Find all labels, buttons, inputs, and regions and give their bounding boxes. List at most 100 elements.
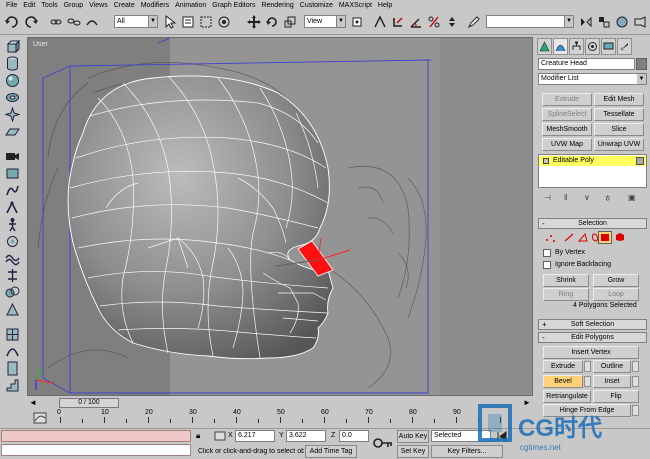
select-and-rotate-icon[interactable]: [264, 13, 280, 31]
create-box-icon[interactable]: [3, 38, 21, 54]
menu-create[interactable]: Create: [111, 0, 138, 11]
menu-graph-editors[interactable]: Graph Editors: [209, 0, 258, 11]
motion-tab-icon[interactable]: [585, 38, 600, 55]
create-compound-icon[interactable]: [3, 284, 21, 300]
make-unique-icon[interactable]: ∨: [584, 193, 590, 202]
rectangular-selection-icon[interactable]: [198, 13, 214, 31]
modifier-extrude-button[interactable]: Extrude: [542, 93, 592, 106]
track-bar[interactable]: 0 10 20 30 40 50 60 70 80 90: [0, 409, 535, 428]
create-system-icon[interactable]: [3, 267, 21, 283]
snaps-toggle-icon[interactable]: [390, 13, 406, 31]
create-torus-icon[interactable]: [3, 89, 21, 105]
modifier-slice-button[interactable]: Slice: [594, 123, 644, 136]
element-level-icon[interactable]: [615, 232, 625, 242]
bind-space-warp-icon[interactable]: [84, 13, 100, 31]
menu-file[interactable]: File: [3, 0, 20, 11]
bevel-button[interactable]: Bevel: [543, 375, 583, 388]
insert-vertex-button[interactable]: Insert Vertex: [543, 346, 639, 359]
inset-settings-icon[interactable]: [632, 376, 639, 387]
material-editor-icon[interactable]: [614, 13, 630, 31]
shrink-button[interactable]: Shrink: [543, 274, 589, 287]
create-space-warp-icon[interactable]: [3, 250, 21, 266]
redo-icon[interactable]: [24, 13, 40, 31]
by-vertex-checkbox[interactable]: [543, 249, 551, 257]
polygon-level-button[interactable]: [598, 231, 612, 244]
mini-curve-editor-icon[interactable]: [33, 412, 47, 424]
percent-snap-icon[interactable]: [426, 13, 442, 31]
key-mode-icon[interactable]: [373, 435, 393, 451]
select-and-scale-icon[interactable]: [282, 13, 298, 31]
select-object-icon[interactable]: [162, 13, 178, 31]
modifier-list-dropdown[interactable]: Modifier List ▼: [538, 73, 647, 85]
bevel-settings-icon[interactable]: [584, 376, 591, 387]
object-name-field[interactable]: Creature Head: [538, 58, 635, 70]
render-scene-icon[interactable]: [632, 13, 648, 31]
reference-coordinate-dropdown[interactable]: View ▼: [304, 15, 346, 28]
modifier-uvw-map-button[interactable]: UVW Map: [542, 138, 592, 151]
named-selection-set-dropdown[interactable]: ▼: [486, 15, 574, 28]
inset-button[interactable]: Inset: [593, 375, 631, 388]
unlink-icon[interactable]: [66, 13, 82, 31]
outline-button[interactable]: Outline: [593, 360, 631, 373]
ring-button[interactable]: Ring: [543, 288, 589, 301]
window-crossing-icon[interactable]: [216, 13, 232, 31]
extrude-settings-icon[interactable]: [584, 361, 591, 372]
select-by-name-icon[interactable]: [180, 13, 196, 31]
remove-modifier-icon[interactable]: ㅎ: [604, 193, 611, 204]
auto-key-button[interactable]: Auto Key: [397, 430, 429, 443]
create-sphere-icon[interactable]: [3, 72, 21, 88]
menu-animation[interactable]: Animation: [172, 0, 209, 11]
undo-icon[interactable]: [3, 13, 19, 31]
utilities-tab-icon[interactable]: [617, 38, 632, 55]
lock-selection-icon[interactable]: 🔒︎: [196, 431, 206, 441]
create-nurbs-icon[interactable]: [3, 343, 21, 359]
menu-modifiers[interactable]: Modifiers: [138, 0, 172, 11]
create-plane-icon[interactable]: [3, 123, 21, 139]
stack-item-editable-poly[interactable]: Editable Poly: [539, 156, 646, 166]
edit-named-selection-icon[interactable]: [466, 13, 482, 31]
create-particles-icon[interactable]: [3, 233, 21, 249]
modify-tab-icon[interactable]: [553, 38, 568, 55]
select-and-move-icon[interactable]: [246, 13, 262, 31]
hierarchy-tab-icon[interactable]: [569, 38, 584, 55]
modifier-unwrap-uvw-button[interactable]: Unwrap UVW: [594, 138, 644, 151]
create-shape-icon[interactable]: [3, 182, 21, 198]
z-coordinate-field[interactable]: 0.0: [339, 430, 369, 442]
modifier-edit-mesh-button[interactable]: Edit Mesh: [594, 93, 644, 106]
loop-button[interactable]: Loop: [593, 288, 639, 301]
menu-customize[interactable]: Customize: [297, 0, 336, 11]
time-slider-thumb[interactable]: 0 / 100: [59, 398, 119, 408]
menu-edit[interactable]: Edit: [20, 0, 38, 11]
perspective-viewport[interactable]: User: [27, 37, 533, 396]
selection-filter-dropdown[interactable]: All ▼: [114, 15, 158, 28]
stack-bulb-icon[interactable]: [543, 158, 549, 164]
show-end-result-icon[interactable]: ‖: [564, 193, 567, 202]
extrude-button[interactable]: Extrude: [543, 360, 583, 373]
create-stairs-icon[interactable]: [3, 377, 21, 393]
create-camera-icon[interactable]: [3, 148, 21, 164]
select-and-link-icon[interactable]: [48, 13, 64, 31]
create-helper-icon[interactable]: [3, 165, 21, 181]
edit-polygons-rollout-header[interactable]: - Edit Polygons: [538, 332, 647, 343]
menu-group[interactable]: Group: [61, 0, 86, 11]
create-patch-icon[interactable]: [3, 326, 21, 342]
menu-tools[interactable]: Tools: [38, 0, 60, 11]
menu-rendering[interactable]: Rendering: [258, 0, 296, 11]
absolute-mode-icon[interactable]: [214, 431, 226, 441]
create-tab-icon[interactable]: [537, 38, 552, 55]
modifier-meshsmooth-button[interactable]: MeshSmooth: [542, 123, 592, 136]
modifier-splineselect-button[interactable]: SplineSelect: [542, 108, 592, 121]
x-coordinate-field[interactable]: 6.217: [235, 430, 275, 442]
align-icon[interactable]: [596, 13, 612, 31]
create-light-icon[interactable]: [3, 106, 21, 122]
selection-rollout-header[interactable]: - Selection: [538, 218, 647, 229]
modifier-tessellate-button[interactable]: Tessellate: [594, 108, 644, 121]
create-door-icon[interactable]: [3, 360, 21, 376]
menu-help[interactable]: Help: [375, 0, 395, 11]
configure-sets-icon[interactable]: ▣: [628, 193, 636, 202]
grow-button[interactable]: Grow: [593, 274, 639, 287]
previous-frame-icon[interactable]: ◄: [29, 398, 39, 408]
maxscript-input-mini[interactable]: [1, 444, 191, 456]
spinner-snap-icon[interactable]: [444, 13, 460, 31]
soft-selection-rollout-header[interactable]: + Soft Selection: [538, 319, 647, 330]
